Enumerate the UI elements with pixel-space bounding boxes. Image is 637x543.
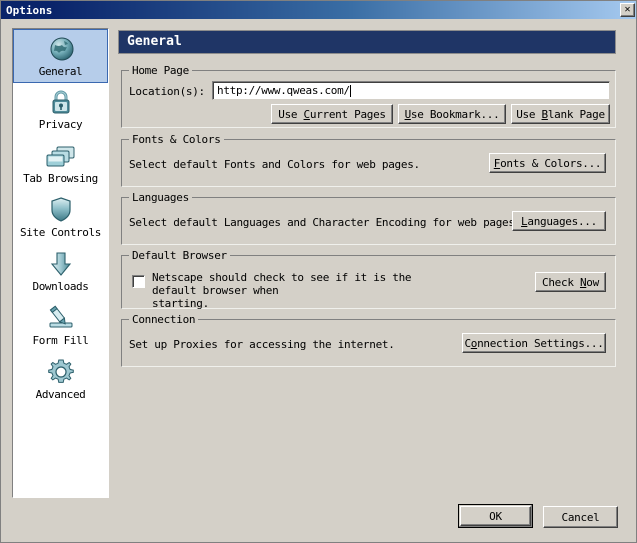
location-input[interactable]: http://www.qweas.com/: [212, 81, 610, 100]
sidebar-item-label: General: [38, 65, 83, 78]
category-sidebar[interactable]: General Privacy Tab Browsing Site Contro…: [12, 28, 109, 498]
page-title: General: [127, 34, 182, 49]
sidebar-item-label: Advanced: [35, 388, 86, 401]
sidebar-item-label: Site Controls: [20, 226, 101, 239]
settings-panel: General Home Page Location(s): http://ww…: [118, 30, 626, 398]
sidebar-item-label: Tab Browsing: [23, 172, 98, 185]
cancel-button-label: Cancel: [561, 510, 600, 524]
sidebar-item-label: Privacy: [38, 118, 83, 131]
sidebar-item-label: Form Fill: [32, 334, 89, 347]
connection-settings-button[interactable]: Connection Settings...: [462, 333, 606, 353]
close-icon[interactable]: ✕: [620, 3, 635, 17]
check-now-button[interactable]: Check Now: [535, 272, 606, 292]
cancel-button[interactable]: Cancel: [543, 506, 618, 528]
use-bookmark-button[interactable]: Use Bookmark...: [398, 104, 506, 124]
use-current-pages-button[interactable]: Use Current Pages: [271, 104, 393, 124]
languages-description: Select default Languages and Character E…: [129, 216, 521, 229]
shield-icon: [13, 194, 108, 226]
location-label: Location(s):: [129, 85, 205, 98]
download-arrow-icon: [13, 248, 108, 280]
location-value: http://www.qweas.com/: [217, 84, 350, 97]
sidebar-item-general[interactable]: General: [13, 29, 108, 83]
page-title-banner: General: [118, 30, 616, 54]
group-fonts-colors-legend: Fonts & Colors: [129, 133, 224, 146]
sidebar-item-site-controls[interactable]: Site Controls: [13, 191, 108, 245]
connection-description: Set up Proxies for accessing the interne…: [129, 338, 395, 351]
ok-button-label: OK: [489, 509, 502, 523]
sidebar-item-privacy[interactable]: Privacy: [13, 83, 108, 137]
group-connection-legend: Connection: [129, 313, 199, 326]
globe-icon: [14, 33, 108, 65]
title-bar: Options ✕: [1, 1, 636, 19]
tabs-icon: [13, 140, 108, 172]
gear-icon: [13, 356, 108, 388]
sidebar-item-tab-browsing[interactable]: Tab Browsing: [13, 137, 108, 191]
languages-button[interactable]: Languages...: [512, 211, 606, 231]
use-blank-page-button[interactable]: Use Blank Page: [511, 104, 610, 124]
options-dialog: Options ✕ General Privacy Tab Browsing S…: [0, 0, 637, 543]
sidebar-item-label: Downloads: [32, 280, 89, 293]
fonts-colors-button[interactable]: Fonts & Colors...: [489, 153, 606, 173]
default-browser-checkbox[interactable]: [132, 275, 145, 288]
text-caret: [349, 84, 351, 97]
group-fonts-colors: Fonts & Colors Select default Fonts and …: [121, 133, 616, 187]
group-home-page-legend: Home Page: [129, 64, 192, 77]
fonts-colors-description: Select default Fonts and Colors for web …: [129, 158, 420, 171]
group-languages-legend: Languages: [129, 191, 192, 204]
group-connection: Connection Set up Proxies for accessing …: [121, 313, 616, 367]
group-home-page: Home Page Location(s): http://www.qweas.…: [121, 64, 616, 128]
checkbox-label-line1: Netscape should check to see if it is th…: [152, 271, 412, 297]
group-default-browser-legend: Default Browser: [129, 249, 230, 262]
lock-icon: [13, 86, 108, 118]
checkbox-label-line2: starting.: [152, 297, 209, 310]
window-title: Options: [6, 3, 53, 17]
default-browser-checkbox-label: Netscape should check to see if it is th…: [152, 271, 442, 310]
sidebar-item-advanced[interactable]: Advanced: [13, 353, 108, 407]
pencil-icon: [13, 302, 108, 334]
group-languages: Languages Select default Languages and C…: [121, 191, 616, 245]
sidebar-item-downloads[interactable]: Downloads: [13, 245, 108, 299]
group-default-browser: Default Browser Netscape should check to…: [121, 249, 616, 310]
ok-button[interactable]: OK: [458, 504, 533, 528]
sidebar-item-form-fill[interactable]: Form Fill: [13, 299, 108, 353]
